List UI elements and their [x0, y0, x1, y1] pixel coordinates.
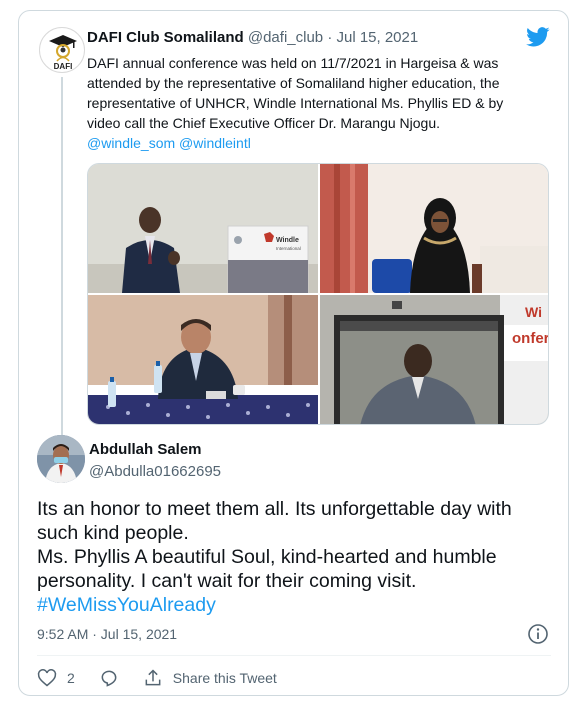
- info-icon[interactable]: [527, 623, 549, 645]
- tweet-text-line: such kind people.: [37, 522, 189, 544]
- reply-icon: [101, 670, 117, 687]
- photo-man-table[interactable]: [88, 295, 318, 424]
- thread-line: [61, 77, 63, 437]
- photo-woman[interactable]: [320, 164, 548, 293]
- tweet-text: Its an honor to meet them all. Its unfor…: [37, 497, 557, 617]
- banner-title: Windle: [276, 237, 299, 244]
- poster-corner-text: Wi: [525, 304, 542, 320]
- dafi-logo-text: DAFI: [54, 62, 73, 71]
- heart-icon: [37, 669, 57, 687]
- parent-text-line: video call the Chief Executive Officer D…: [87, 115, 441, 131]
- photo-grid[interactable]: Windle International Wi onfer: [87, 163, 549, 425]
- share-button[interactable]: Share this Tweet: [143, 668, 277, 688]
- parent-tweet-header: DAFI Club Somaliland @dafi_club · Jul 15…: [87, 29, 418, 46]
- photo-video-call[interactable]: Wi onferen: [320, 295, 549, 424]
- photo-speaker[interactable]: Windle International: [88, 164, 318, 293]
- author-name[interactable]: Abdullah Salem: [89, 441, 202, 458]
- tweet-text-line: Its an honor to meet them all. Its unfor…: [37, 498, 512, 520]
- like-count: 2: [67, 670, 75, 686]
- hashtag-link[interactable]: #WeMissYouAlready: [37, 593, 557, 617]
- twitter-bird-icon[interactable]: [526, 27, 550, 47]
- tweet-timestamp[interactable]: 9:52 AM · Jul 15, 2021: [37, 626, 177, 642]
- author-handle[interactable]: @Abdulla01662695: [89, 463, 221, 480]
- parent-author-handle[interactable]: @dafi_club: [248, 29, 323, 46]
- parent-text-line: DAFI annual conference was held on 11/7/…: [87, 55, 499, 71]
- dafi-logo-icon: DAFI: [49, 35, 77, 71]
- like-button[interactable]: 2: [37, 668, 75, 688]
- share-label: Share this Tweet: [172, 670, 277, 686]
- tweet-text-line: personality. I can't wait for their comi…: [37, 570, 417, 592]
- tweet-actions: 2 Share this Tweet: [37, 663, 301, 693]
- parent-text-line: attended by the representative of Somali…: [87, 75, 500, 91]
- tweet-card: DAFI DAFI Club Somaliland @dafi_club · J…: [18, 10, 569, 696]
- user-avatar[interactable]: [37, 435, 85, 483]
- parent-mentions[interactable]: @windle_som @windleintl: [87, 133, 547, 153]
- parent-text-line: representative of UNHCR, Windle Internat…: [87, 95, 504, 111]
- parent-tweet-date[interactable]: · Jul 15, 2021: [327, 29, 418, 46]
- dafi-avatar[interactable]: DAFI: [39, 27, 85, 73]
- parent-tweet-text: DAFI annual conference was held on 11/7/…: [87, 53, 547, 153]
- action-divider: [37, 655, 551, 656]
- parent-author-name[interactable]: DAFI Club Somaliland: [87, 29, 244, 46]
- banner-subtitle: International: [276, 246, 301, 251]
- share-icon: [145, 669, 161, 686]
- reply-button[interactable]: [99, 668, 119, 688]
- tweet-text-line: Ms. Phyllis A beautiful Soul, kind-heart…: [37, 546, 497, 568]
- poster-text: onferen: [512, 330, 549, 347]
